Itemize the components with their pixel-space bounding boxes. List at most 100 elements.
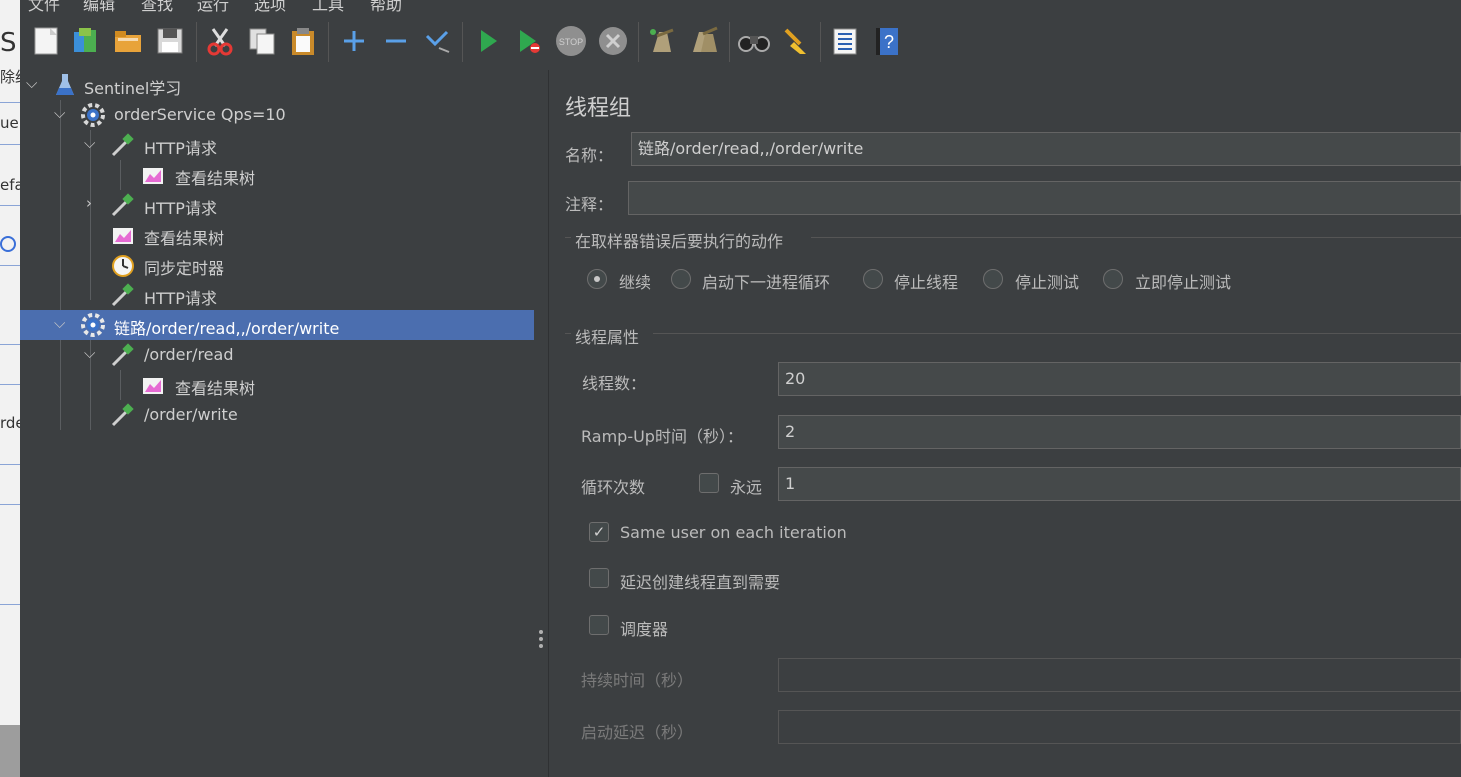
open-icon[interactable] — [111, 24, 145, 58]
scheduler-label: 调度器 — [620, 620, 669, 639]
chevron-down-icon[interactable]: ⌵ — [54, 104, 65, 122]
page-title: 线程组 — [565, 96, 632, 121]
search-icon[interactable] — [737, 24, 771, 58]
radio-stop-test-now[interactable] — [1103, 269, 1123, 289]
tree-node-label: 查看结果树 — [175, 379, 256, 398]
sampler-icon — [111, 283, 134, 307]
menu-file[interactable]: 文件 — [28, 0, 60, 14]
sliver-radio-icon — [0, 236, 16, 252]
delay-thread-creation-checkbox[interactable] — [589, 568, 609, 588]
start-icon[interactable] — [471, 24, 505, 58]
startup-delay-label: 启动延迟（秒） — [581, 723, 694, 742]
background-window-sliver: S 除约 ue efa rde — [0, 0, 20, 777]
duration-label: 持续时间（秒） — [581, 671, 694, 690]
sampler-icon — [111, 403, 134, 427]
clear-icon[interactable] — [645, 24, 679, 58]
same-user-checkbox[interactable]: ✓ — [589, 522, 609, 542]
tree-node-timer[interactable]: 同步定时器 — [20, 250, 534, 280]
tree-node-label: HTTP请求 — [144, 289, 217, 308]
tree-node-thread-group[interactable]: ⌵ orderService Qps=10 — [20, 100, 534, 130]
radio-stop-thread-label: 停止线程 — [894, 273, 959, 292]
radio-start-next-loop[interactable] — [671, 269, 691, 289]
radio-stop-thread[interactable] — [863, 269, 883, 289]
tree-node-listener[interactable]: 查看结果树 — [20, 370, 534, 400]
tree-node-sampler[interactable]: HTTP请求 — [20, 280, 534, 310]
start-no-pauses-icon[interactable] — [512, 24, 546, 58]
new-icon[interactable] — [29, 24, 63, 58]
scheduler-checkbox[interactable] — [589, 615, 609, 635]
listener-icon — [113, 228, 133, 244]
menu-run[interactable]: 运行 — [197, 0, 229, 14]
tree-node-sampler[interactable]: › HTTP请求 — [20, 190, 534, 220]
chevron-down-icon[interactable]: ⌵ — [84, 344, 95, 362]
menu-search[interactable]: 查找 — [141, 0, 173, 14]
startup-delay-field[interactable] — [778, 710, 1461, 744]
tree-node-label: 同步定时器 — [144, 259, 225, 278]
thread-group-icon — [81, 103, 105, 127]
threads-label: 线程数： — [582, 374, 647, 393]
chevron-right-icon[interactable]: › — [86, 194, 92, 212]
test-plan-tree: ⌵ Sentinel学习 ⌵ orderService Qps=10 ⌵ HTT… — [20, 70, 534, 777]
sliver-text: S — [0, 28, 17, 58]
sliver-text: efa — [0, 176, 20, 194]
forever-checkbox[interactable] — [699, 473, 719, 493]
menu-edit[interactable]: 编辑 — [83, 0, 115, 14]
sampler-icon — [111, 193, 134, 217]
tree-node-listener[interactable]: 查看结果树 — [20, 220, 534, 250]
tree-node-label: 查看结果树 — [144, 229, 225, 248]
tree-node-test-plan[interactable]: ⌵ Sentinel学习 — [20, 70, 534, 100]
tree-node-label: 查看结果树 — [175, 169, 256, 188]
thread-properties-group-title: 线程属性 — [575, 328, 640, 347]
save-icon[interactable] — [153, 24, 187, 58]
comment-label: 注释： — [565, 195, 614, 214]
listener-icon — [143, 378, 163, 394]
sampler-icon — [111, 133, 134, 157]
split-pane-divider[interactable] — [534, 70, 549, 777]
cut-icon[interactable] — [203, 24, 237, 58]
stop-icon[interactable]: STOP — [554, 24, 588, 58]
tree-node-listener[interactable]: 查看结果树 — [20, 160, 534, 190]
rampup-label: Ramp-Up时间（秒）： — [581, 427, 743, 446]
menu-tools[interactable]: 工具 — [312, 0, 344, 14]
radio-continue[interactable] — [587, 269, 607, 289]
chevron-down-icon[interactable]: ⌵ — [26, 74, 37, 92]
chevron-down-icon[interactable]: ⌵ — [54, 314, 65, 332]
svg-text:?: ? — [884, 32, 894, 52]
paste-icon[interactable] — [286, 24, 320, 58]
threads-field[interactable]: 20 — [778, 362, 1461, 396]
menu-help[interactable]: 帮助 — [370, 0, 402, 14]
tree-node-thread-group-selected[interactable]: ⌵ 链路/order/read,,/order/write — [20, 310, 534, 340]
function-helper-icon[interactable] — [828, 24, 862, 58]
timer-icon — [112, 255, 134, 277]
tree-node-label: /order/write — [144, 405, 238, 424]
tree-node-label: HTTP请求 — [144, 139, 217, 158]
rampup-field[interactable]: 2 — [778, 415, 1461, 449]
chevron-down-icon[interactable]: ⌵ — [84, 134, 95, 152]
tree-node-sampler[interactable]: /order/write — [20, 400, 534, 430]
toggle-icon[interactable] — [421, 24, 455, 58]
reset-search-icon[interactable] — [778, 24, 812, 58]
name-field[interactable]: 链路/order/read,,/order/write — [631, 132, 1461, 166]
tree-node-label: orderService Qps=10 — [114, 105, 286, 124]
copy-icon[interactable] — [245, 24, 279, 58]
tree-node-sampler[interactable]: ⌵ HTTP请求 — [20, 130, 534, 160]
radio-stop-test[interactable] — [983, 269, 1003, 289]
expand-icon[interactable] — [337, 24, 371, 58]
duration-field[interactable] — [778, 658, 1461, 692]
thread-group-panel: 线程组 名称： 链路/order/read,,/order/write 注释： … — [549, 70, 1461, 777]
shutdown-icon[interactable] — [596, 24, 630, 58]
comment-field[interactable] — [628, 181, 1461, 215]
radio-stop-test-now-label: 立即停止测试 — [1135, 273, 1232, 292]
clear-all-icon[interactable] — [687, 24, 721, 58]
forever-label: 永远 — [730, 478, 763, 497]
templates-icon[interactable] — [69, 24, 103, 58]
loop-count-field[interactable]: 1 — [778, 467, 1461, 501]
stop-icon-text: STOP — [559, 37, 583, 47]
menu-options[interactable]: 选项 — [254, 0, 286, 14]
collapse-icon[interactable] — [379, 24, 413, 58]
radio-continue-label: 继续 — [619, 273, 652, 292]
tree-node-sampler[interactable]: ⌵ /order/read — [20, 340, 534, 370]
listener-icon — [143, 168, 163, 184]
sliver-text: 除约 — [0, 68, 20, 86]
help-icon[interactable]: ? — [870, 24, 904, 58]
